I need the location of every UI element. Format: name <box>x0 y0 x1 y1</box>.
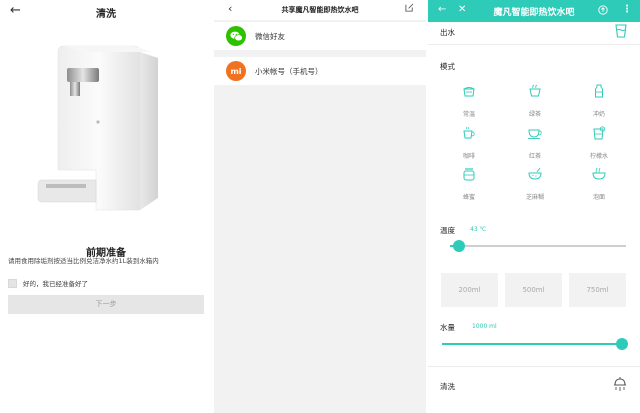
page-title: 清洗 <box>96 9 116 20</box>
cleaning-icon[interactable] <box>612 376 628 392</box>
water-amount-label: 水量 <box>440 323 455 332</box>
share-screen: ‹ 共享魔凡智能即热饮水吧 微信好友 mi 小米帐号（手机号） <box>214 0 426 413</box>
header: ← 清洗 <box>0 0 212 24</box>
instruction-text: 请用食用除垢剂按适当比例兑洁净水约1L装到水箱内 <box>8 257 159 265</box>
instant-noodle-icon <box>592 167 606 180</box>
share-option-label: 小米帐号（手机号） <box>255 66 323 76</box>
green-tea-icon <box>529 84 541 97</box>
volume-750ml-button[interactable]: 750ml <box>569 273 626 307</box>
water-cup-icon[interactable] <box>614 24 628 38</box>
ready-checkbox-row[interactable]: 好的，我已经准备好了 <box>8 278 88 288</box>
divider <box>428 366 640 367</box>
edit-icon[interactable] <box>405 3 414 12</box>
water-out-label: 出水 <box>440 28 455 37</box>
share-option-wechat[interactable]: 微信好友 <box>214 22 426 50</box>
mode-sesame-paste[interactable]: 芝麻糊 <box>514 167 556 203</box>
temperature-slider-thumb[interactable] <box>452 240 465 252</box>
milk-bottle-icon <box>595 84 603 98</box>
water-dispenser-image <box>37 45 158 211</box>
ready-checkbox-label: 好的，我已经准备好了 <box>23 280 88 288</box>
clean-label[interactable]: 清洗 <box>440 381 455 392</box>
next-step-button[interactable]: 下一步 <box>8 295 204 314</box>
water-amount-slider-fill <box>442 343 622 345</box>
mode-coffee[interactable]: 咖啡 <box>448 126 490 162</box>
temperature-slider-track[interactable] <box>450 245 626 247</box>
share-option-label: 微信好友 <box>255 31 285 41</box>
share-icon[interactable] <box>598 5 608 15</box>
divider <box>428 44 640 45</box>
header: ‹ 共享魔凡智能即热饮水吧 <box>214 0 426 20</box>
mode-instant-noodle[interactable]: 泡面 <box>578 167 620 203</box>
water-amount-value: 1000 ml <box>472 323 497 330</box>
page-title: 共享魔凡智能即热饮水吧 <box>281 6 359 14</box>
volume-500ml-button[interactable]: 500ml <box>505 273 562 307</box>
black-tea-icon <box>528 129 542 139</box>
page-title: 魔凡智能即热饮水吧 <box>493 8 575 18</box>
volume-200ml-button[interactable]: 200ml <box>441 273 498 307</box>
control-screen: ← ✕ 魔凡智能即热饮水吧 ⋮ 出水 模式 常温 绿茶 冲奶 咖啡 红茶 柠檬水 <box>428 0 640 413</box>
mode-honey[interactable]: 蜂蜜 <box>448 167 490 203</box>
share-option-xiaomi[interactable]: mi 小米帐号（手机号） <box>214 57 426 85</box>
lemon-water-icon <box>593 126 606 140</box>
header: ← ✕ 魔凡智能即热饮水吧 ⋮ <box>428 0 640 22</box>
mode-green-tea[interactable]: 绿茶 <box>514 84 556 120</box>
temperature-value: 43 ℃ <box>470 226 487 233</box>
xiaomi-icon: mi <box>226 61 246 81</box>
coffee-icon <box>463 126 475 139</box>
mode-lemon-water[interactable]: 柠檬水 <box>578 126 620 162</box>
room-temp-icon <box>463 87 475 97</box>
mode-black-tea[interactable]: 红茶 <box>514 126 556 162</box>
mode-milk[interactable]: 冲奶 <box>578 84 620 120</box>
sesame-paste-icon <box>528 167 542 180</box>
water-amount-slider-thumb[interactable] <box>616 338 628 350</box>
ready-checkbox[interactable] <box>8 278 17 288</box>
clean-screen: ← 清洗 前期准备 请用食用除垢剂按适当比例兑洁净水约1L装到水箱内 好的，我已… <box>0 0 212 413</box>
wechat-icon <box>226 26 246 46</box>
more-icon[interactable]: ⋮ <box>622 4 632 16</box>
temperature-label: 温度 <box>440 226 455 235</box>
honey-icon <box>463 168 475 181</box>
mode-label: 模式 <box>440 62 455 71</box>
mode-room-temp[interactable]: 常温 <box>448 84 490 120</box>
